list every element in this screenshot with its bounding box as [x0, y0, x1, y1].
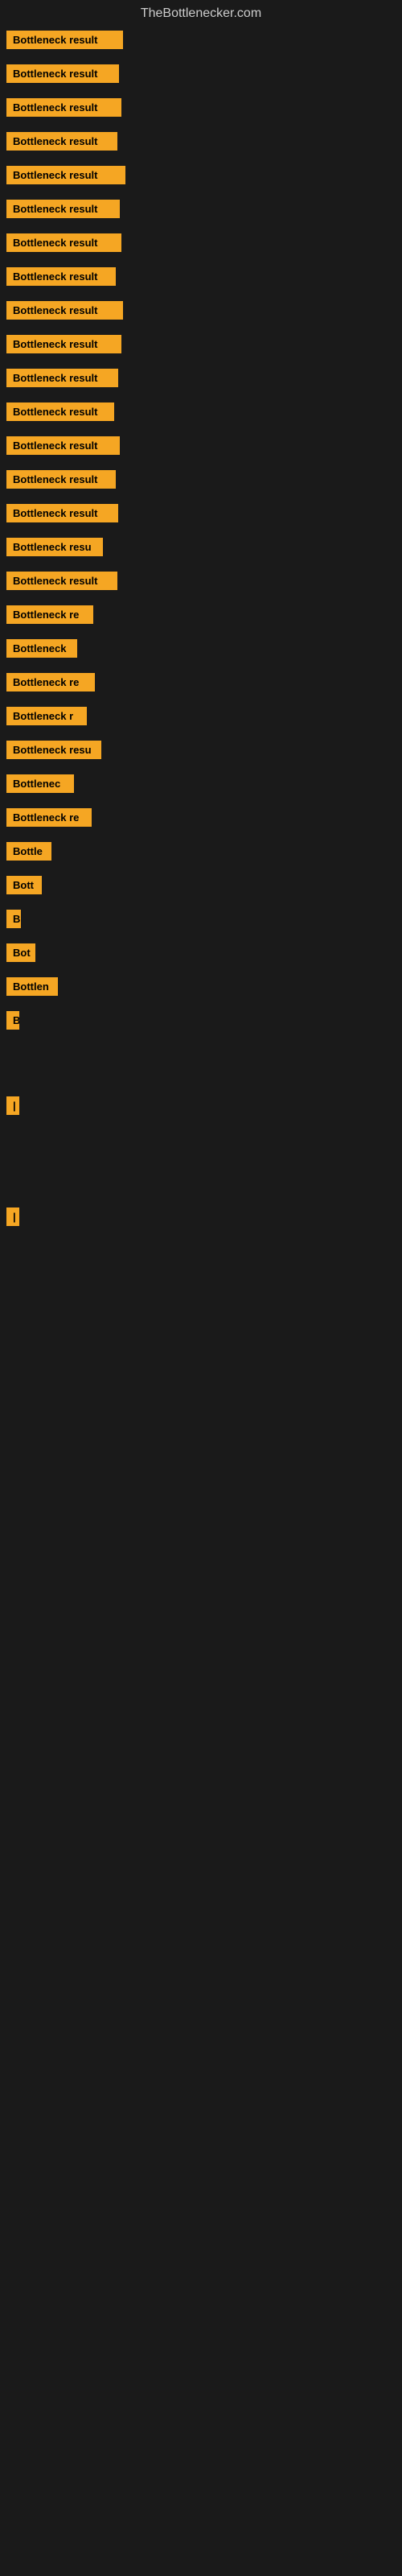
- bottleneck-result-bar: Bottleneck result: [6, 132, 117, 151]
- bar-row: [0, 1182, 402, 1196]
- bar-row: Bottleneck result: [0, 436, 402, 459]
- bar-row: Bottleneck result: [0, 470, 402, 493]
- site-title: TheBottlenecker.com: [0, 0, 402, 31]
- bottleneck-result-bar: Bottleneck re: [6, 605, 93, 624]
- bar-row: [0, 1045, 402, 1059]
- bar-row: Bottleneck re: [0, 808, 402, 831]
- bottleneck-result-bar: B: [6, 910, 21, 928]
- bottleneck-result-bar: Bottleneck re: [6, 673, 95, 691]
- bar-row: Bottleneck result: [0, 572, 402, 594]
- bottleneck-result-bar: Bottleneck re: [6, 808, 92, 827]
- bar-row: Bottleneck result: [0, 200, 402, 222]
- bottleneck-result-bar: Bottleneck result: [6, 267, 116, 286]
- bottleneck-result-bar: Bottleneck result: [6, 301, 123, 320]
- bar-row: Bottleneck result: [0, 31, 402, 53]
- bottleneck-result-bar: Bottleneck result: [6, 436, 120, 455]
- bottleneck-result-bar: Bottleneck r: [6, 707, 87, 725]
- bar-row: Bottleneck resu: [0, 741, 402, 763]
- bar-row: Bottlen: [0, 977, 402, 1000]
- bar-row: Bott: [0, 876, 402, 898]
- bar-row: Bottleneck resu: [0, 538, 402, 560]
- bottleneck-result-bar: Bottleneck result: [6, 233, 121, 252]
- bar-row: [0, 1130, 402, 1145]
- bottleneck-result-bar: Bot: [6, 943, 35, 962]
- bottleneck-result-bar: Bottleneck result: [6, 335, 121, 353]
- bottleneck-result-bar: Bottleneck result: [6, 166, 125, 184]
- bottleneck-result-bar: Bottleneck result: [6, 64, 119, 83]
- bar-row: B: [0, 1011, 402, 1034]
- bar-row: |: [0, 1096, 402, 1119]
- bar-row: Bottle: [0, 842, 402, 865]
- bottleneck-result-bar: Bottleneck result: [6, 572, 117, 590]
- bar-row: Bottleneck re: [0, 605, 402, 628]
- bottleneck-result-bar: Bottlenec: [6, 774, 74, 793]
- bar-row: Bottleneck: [0, 639, 402, 662]
- bar-row: Bottleneck r: [0, 707, 402, 729]
- bottleneck-result-bar: Bottleneck result: [6, 200, 120, 218]
- bar-row: B: [0, 910, 402, 932]
- bottleneck-result-bar: B: [6, 1011, 19, 1030]
- bar-row: |: [0, 1208, 402, 1230]
- bar-row: Bottleneck result: [0, 132, 402, 155]
- bottleneck-result-bar: Bottleneck result: [6, 504, 118, 522]
- bottleneck-result-bar: Bottleneck result: [6, 402, 114, 421]
- bottleneck-result-bar: Bottleneck result: [6, 31, 123, 49]
- bottleneck-result-bar: Bottleneck result: [6, 470, 116, 489]
- bottleneck-result-bar: Bottleneck result: [6, 98, 121, 117]
- bar-row: Bottleneck result: [0, 64, 402, 87]
- bar-row: Bottleneck result: [0, 369, 402, 391]
- bottleneck-result-bar: Bottleneck: [6, 639, 77, 658]
- bars-container: Bottleneck result Bottleneck result Bottle…: [0, 31, 402, 1230]
- bar-row: Bot: [0, 943, 402, 966]
- bar-row: Bottleneck result: [0, 504, 402, 526]
- bottleneck-result-bar: Bottleneck result: [6, 369, 118, 387]
- bar-row: [0, 1156, 402, 1170]
- bar-row: Bottleneck re: [0, 673, 402, 696]
- bottleneck-result-bar: |: [6, 1096, 19, 1115]
- bar-row: Bottleneck result: [0, 233, 402, 256]
- bar-row: Bottleneck result: [0, 301, 402, 324]
- bottleneck-result-bar: Bottlen: [6, 977, 58, 996]
- bottleneck-result-bar: Bottleneck resu: [6, 538, 103, 556]
- bar-row: Bottleneck result: [0, 267, 402, 290]
- bottleneck-result-bar: Bottle: [6, 842, 51, 861]
- bottleneck-result-bar: |: [6, 1208, 19, 1226]
- bar-row: Bottleneck result: [0, 402, 402, 425]
- bottleneck-result-bar: Bottleneck resu: [6, 741, 101, 759]
- bar-row: Bottleneck result: [0, 98, 402, 121]
- bottleneck-result-bar: Bott: [6, 876, 42, 894]
- bar-row: Bottleneck result: [0, 166, 402, 188]
- bar-row: [0, 1071, 402, 1085]
- bar-row: Bottlenec: [0, 774, 402, 797]
- bar-row: Bottleneck result: [0, 335, 402, 357]
